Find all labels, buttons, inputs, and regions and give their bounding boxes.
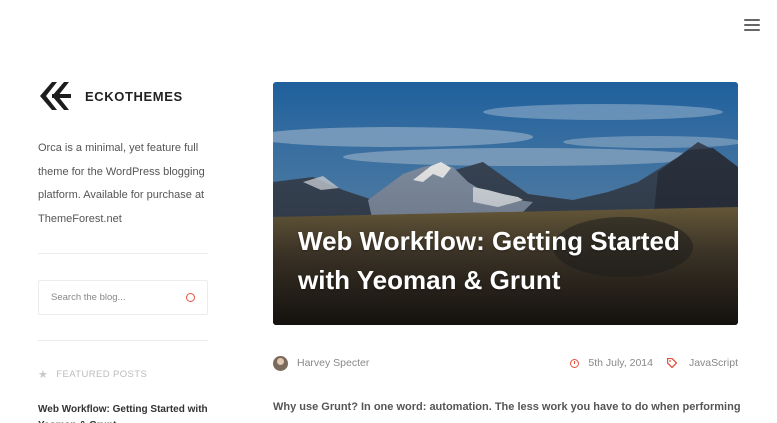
post-hero-image[interactable]: Web Workflow: Getting Started with Yeoma… [273,82,738,325]
post-date: 5th July, 2014 [588,357,653,369]
divider [38,340,208,341]
menu-toggle-button[interactable] [744,19,760,33]
search-icon[interactable] [186,293,195,302]
eckothemes-logo-icon [40,82,71,110]
post-tag-link[interactable]: JavaScript [689,357,738,369]
about-text: Orca is a minimal, yet feature full them… [38,142,205,225]
brand-name: ECKOTHEMES [85,88,183,104]
search-placeholder: Search the blog... [51,292,126,303]
post-excerpt: Why use Grunt? In one word: automation. … [273,401,741,413]
sidebar: ECKOTHEMES Orca is a minimal, yet featur… [38,80,208,423]
featured-post-link[interactable]: Web Workflow: Getting Started with Yeoma… [38,402,208,423]
search-input[interactable]: Search the blog... [38,280,208,315]
brand[interactable]: ECKOTHEMES [38,80,208,112]
avatar[interactable] [273,355,288,371]
post-title[interactable]: Web Workflow: Getting Started with Yeoma… [298,222,718,300]
featured-posts-label: FEATURED POSTS [56,369,148,380]
featured-posts-heading: ★ FEATURED POSTS [38,368,208,381]
hamburger-menu-icon [744,19,760,21]
post-meta-right: 5th July, 2014 JavaScript [570,357,738,369]
author-name[interactable]: Harvey Specter [297,357,369,369]
post-meta: Harvey Specter 5th July, 2014 JavaScript [273,353,738,373]
clock-icon [570,358,580,368]
divider [38,253,208,254]
star-icon: ★ [38,369,49,381]
tag-icon [666,358,677,368]
